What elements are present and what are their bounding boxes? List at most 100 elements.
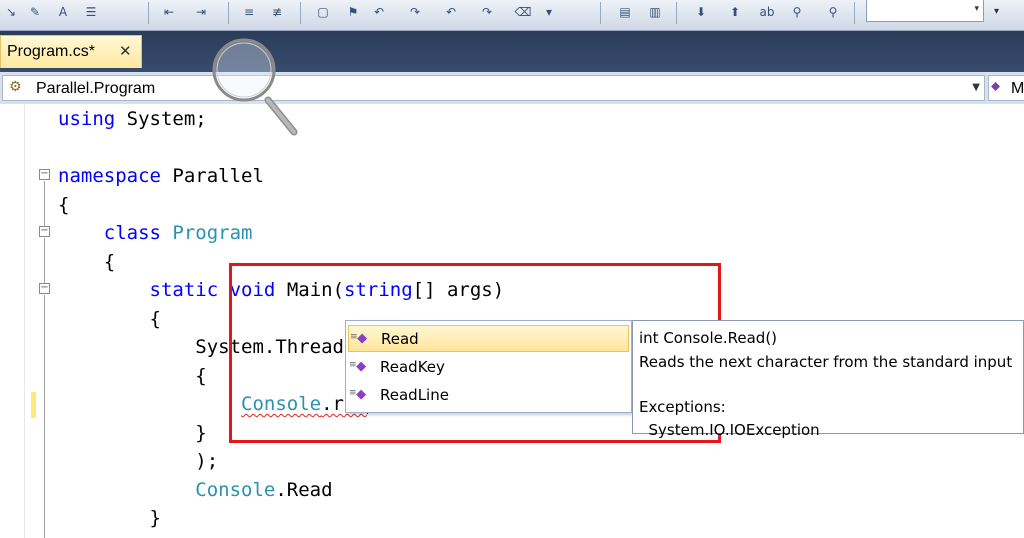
chevron-down-icon[interactable]: ▾ xyxy=(974,4,979,14)
code-line[interactable]: ); xyxy=(58,449,218,473)
code-token: } xyxy=(58,507,161,529)
prev-bookmark-icon[interactable]: ↶ xyxy=(368,3,390,21)
comment-icon[interactable]: ✎ xyxy=(24,3,46,21)
type-token: Console xyxy=(195,478,276,501)
completion-item-readline[interactable]: ≡ ◆ ReadLine xyxy=(348,382,629,409)
new-item-icon[interactable]: ▤ xyxy=(614,3,636,21)
tooltip-summary: Reads the next character from the standa… xyxy=(639,353,1013,371)
toolbar-separator xyxy=(676,2,677,24)
code-token: .Read xyxy=(275,478,333,501)
quick-info-tooltip: int Console.Read() Reads the next charac… xyxy=(632,320,1024,439)
find-in-files-icon[interactable]: ⚲ xyxy=(822,3,844,21)
code-line[interactable]: using System; xyxy=(58,107,207,131)
code-line[interactable]: { xyxy=(58,250,115,274)
decrease-indent-icon[interactable]: ⇤ xyxy=(158,3,180,21)
keyword-token: using xyxy=(58,108,116,130)
code-token: ); xyxy=(58,450,219,472)
indicator-margin xyxy=(24,104,25,538)
method-icon: ≡ ◆ xyxy=(349,387,367,402)
step-down-icon[interactable]: ⬇ xyxy=(690,3,712,21)
completion-item-label: ReadKey xyxy=(380,357,445,376)
code-line[interactable]: class Program xyxy=(58,221,253,245)
next-folder-bookmark-icon[interactable]: ↷ xyxy=(476,3,498,21)
collapse-class-icon[interactable]: − xyxy=(39,226,50,237)
chevron-down-icon[interactable]: ▼ xyxy=(972,82,980,93)
code-token: { xyxy=(58,364,207,387)
uncomment-lines-icon[interactable]: ≢ xyxy=(266,3,288,21)
add-item-icon[interactable]: ▥ xyxy=(644,3,666,21)
tooltip-signature: int Console.Read() xyxy=(639,329,778,347)
type-selector-value: Parallel.Program xyxy=(36,80,156,97)
method-icon: ⬥ xyxy=(991,79,1001,94)
outline-line xyxy=(44,238,45,283)
keyword-token: class xyxy=(103,222,161,244)
clear-bookmarks-icon[interactable]: ⌫ xyxy=(512,3,534,21)
keyword-token: static xyxy=(149,279,219,301)
code-line[interactable]: } xyxy=(58,506,161,530)
member-selector[interactable]: ⬥ M xyxy=(988,75,1024,101)
class-icon: ⚙ xyxy=(9,79,22,95)
completion-item-read[interactable]: ≡ ◆ Read xyxy=(348,325,629,352)
code-line[interactable]: namespace Parallel xyxy=(58,164,264,188)
document-tab-strip: Program.cs* ✕ xyxy=(0,31,1024,72)
find-icon[interactable]: ⚲ xyxy=(786,3,808,21)
outline-line xyxy=(44,181,45,226)
code-line[interactable]: { xyxy=(58,307,161,331)
text-editor-toolbar: ↘ ✎ A ☰ ⇤ ⇥ ≡ ≢ ▢ ⚑ ↶ ↷ ↶ ↷ ⌫ ▾ ▤ ▥ ⬇ ⬆ ab ⚲ ⚲ ▾ ▾ xyxy=(0,0,1024,31)
toolbar-separator xyxy=(300,2,301,24)
intellisense-completion-list[interactable]: ≡ ◆ Read ≡ ◆ ReadKey ≡ ◆ ReadLine xyxy=(345,320,632,413)
collapse-namespace-icon[interactable]: − xyxy=(39,169,50,180)
toolbar-overflow-icon[interactable]: ▾ xyxy=(994,6,999,17)
ab-icon[interactable]: ab xyxy=(756,3,778,21)
find-combo[interactable]: ▾ xyxy=(866,0,984,22)
outline-line xyxy=(44,295,45,538)
code-token: } xyxy=(58,421,207,444)
outline-icon[interactable]: ☰ xyxy=(80,3,102,21)
type-selector[interactable]: ⚙ Parallel.Program ▼ xyxy=(2,75,985,101)
step-up-icon[interactable]: ⬆ xyxy=(724,3,746,21)
increase-indent-icon[interactable]: ⇥ xyxy=(190,3,212,21)
toolbar-separator xyxy=(854,2,855,24)
tooltip-exception: System.IO.IOException xyxy=(639,421,820,439)
toolbar-separator xyxy=(148,2,149,24)
method-icon: ≡ ◆ xyxy=(350,331,368,346)
completion-item-label: Read xyxy=(381,330,419,348)
format-icon[interactable]: A xyxy=(52,3,74,21)
next-bookmark-icon[interactable]: ↷ xyxy=(404,3,426,21)
indent-icon[interactable]: ↘ xyxy=(0,3,22,21)
code-token: System; xyxy=(115,108,207,130)
bookmark-icon[interactable]: ⚑ xyxy=(342,3,364,21)
tooltip-exceptions-label: Exceptions: xyxy=(639,398,726,416)
more-icon[interactable]: ▾ xyxy=(538,3,560,21)
frame-icon[interactable]: ▢ xyxy=(312,3,334,21)
toolbar-separator xyxy=(228,2,229,24)
toolbar-separator xyxy=(600,2,601,24)
code-line[interactable]: } xyxy=(58,421,207,445)
comment-lines-icon[interactable]: ≡ xyxy=(238,3,260,21)
collapse-method-icon[interactable]: − xyxy=(39,283,50,294)
completion-item-readkey[interactable]: ≡ ◆ ReadKey xyxy=(348,354,629,381)
keyword-token: namespace xyxy=(58,165,161,187)
completion-item-label: ReadLine xyxy=(380,386,449,404)
prev-folder-bookmark-icon[interactable]: ↶ xyxy=(440,3,462,21)
tab-program-cs[interactable]: Program.cs* ✕ xyxy=(0,35,142,68)
code-token: { xyxy=(58,193,70,216)
tab-title: Program.cs* xyxy=(7,43,96,60)
code-token: Parallel xyxy=(160,165,264,187)
unsaved-change-marker xyxy=(31,392,36,418)
magnifier-icon xyxy=(212,38,298,136)
code-line[interactable]: Console.Read xyxy=(58,478,333,502)
code-token: { xyxy=(58,250,116,273)
navigation-bar: ⚙ Parallel.Program ▼ ⬥ M xyxy=(0,72,1024,104)
code-line[interactable]: { xyxy=(58,364,207,388)
code-line[interactable]: { xyxy=(58,193,69,217)
method-icon: ≡ ◆ xyxy=(349,358,367,374)
close-icon[interactable]: ✕ xyxy=(119,42,132,60)
member-selector-value: M xyxy=(1011,80,1024,97)
code-token: { xyxy=(58,307,161,330)
